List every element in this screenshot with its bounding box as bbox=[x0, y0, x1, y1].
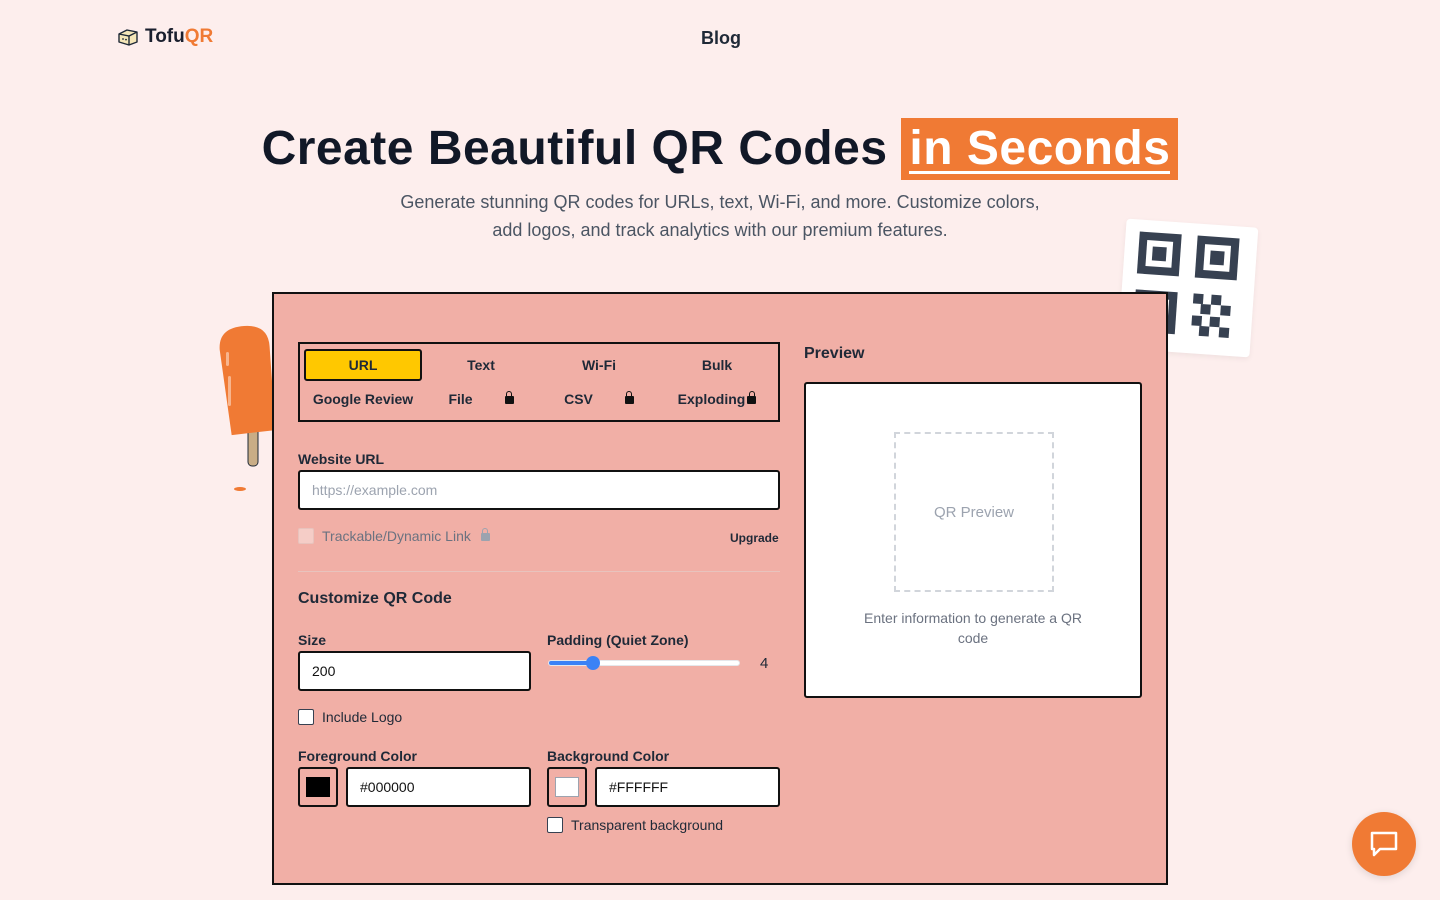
include-logo-checkbox[interactable] bbox=[298, 709, 314, 725]
preview-panel: QR Preview Enter information to generate… bbox=[804, 382, 1142, 698]
transparent-bg-checkbox[interactable] bbox=[547, 817, 563, 833]
hero-title-main: Create Beautiful QR Codes bbox=[261, 122, 888, 175]
lock-icon bbox=[480, 528, 490, 541]
preview-title: Preview bbox=[804, 345, 865, 362]
lock-icon bbox=[504, 391, 514, 404]
section-divider bbox=[298, 571, 780, 572]
qr-preview-placeholder-text: QR Preview bbox=[933, 503, 1015, 521]
chat-button[interactable] bbox=[1352, 812, 1416, 876]
tab-file[interactable]: File bbox=[422, 383, 540, 415]
include-logo-row: Include Logo bbox=[298, 709, 402, 725]
padding-label: Padding (Quiet Zone) bbox=[547, 632, 689, 648]
hero-subtitle-line2: add logos, and track analytics with our … bbox=[492, 220, 948, 240]
tab-bulk[interactable]: Bulk bbox=[658, 349, 776, 381]
customize-title: Customize QR Code bbox=[298, 590, 452, 607]
tab-google-review[interactable]: Google Review bbox=[304, 383, 422, 415]
tab-csv-label: CSV bbox=[564, 391, 593, 407]
lock-icon bbox=[624, 391, 634, 404]
foreground-color-swatch[interactable] bbox=[298, 767, 338, 807]
transparent-bg-label: Transparent background bbox=[571, 817, 724, 833]
website-url-label: Website URL bbox=[298, 451, 385, 467]
background-color-swatch[interactable] bbox=[547, 767, 587, 807]
chat-bubble-icon bbox=[1370, 831, 1398, 857]
tab-file-label: File bbox=[448, 391, 473, 407]
qr-generator-card: URL Text Wi-Fi Bulk Google Review File C… bbox=[272, 292, 1168, 885]
tab-wifi[interactable]: Wi-Fi bbox=[540, 349, 658, 381]
hero-title-highlight-text: in Seconds bbox=[909, 122, 1171, 175]
popsicle-icon bbox=[219, 325, 276, 491]
qr-type-tabs: URL Text Wi-Fi Bulk Google Review File C… bbox=[298, 342, 780, 422]
size-label: Size bbox=[298, 632, 327, 648]
trackable-link-checkbox[interactable] bbox=[298, 528, 314, 544]
tab-google-review-label: Google Review bbox=[312, 391, 414, 407]
preview-hint: Enter information to generate a QR code bbox=[864, 610, 1082, 646]
top-nav: Tofu QR Blog bbox=[0, 0, 1440, 76]
hero-subtitle-line1: Generate stunning QR codes for URLs, tex… bbox=[400, 192, 1040, 212]
padding-value: 4 bbox=[760, 655, 769, 672]
nav-blog-link[interactable]: Blog bbox=[701, 28, 741, 49]
tab-wifi-label: Wi-Fi bbox=[581, 357, 617, 373]
padding-slider[interactable] bbox=[548, 656, 740, 670]
trackable-link-label: Trackable/Dynamic Link bbox=[322, 528, 471, 544]
foreground-color-input[interactable] bbox=[346, 767, 531, 807]
brand-logo[interactable]: Tofu QR bbox=[117, 26, 213, 48]
brand-name-part1: Tofu bbox=[145, 26, 185, 47]
upgrade-link[interactable]: Upgrade bbox=[730, 531, 779, 545]
tab-exploding-label: Exploding bbox=[677, 391, 746, 407]
tab-exploding[interactable]: Exploding bbox=[658, 383, 776, 415]
background-color-input[interactable] bbox=[595, 767, 780, 807]
hero-subtitle: Generate stunning QR codes for URLs, tex… bbox=[370, 188, 1070, 244]
background-color-label: Background Color bbox=[547, 748, 670, 764]
foreground-color-preview bbox=[306, 777, 330, 797]
background-color-preview bbox=[555, 777, 579, 797]
padding-slider-thumb[interactable] bbox=[586, 656, 600, 670]
tab-url-label: URL bbox=[348, 357, 378, 373]
qr-preview-placeholder: QR Preview bbox=[894, 432, 1054, 592]
lock-icon bbox=[747, 391, 757, 404]
tofu-block-icon bbox=[118, 29, 138, 46]
tab-csv[interactable]: CSV bbox=[540, 383, 658, 415]
website-url-input[interactable] bbox=[298, 470, 780, 510]
tab-text-label: Text bbox=[467, 357, 495, 373]
size-input[interactable] bbox=[298, 651, 531, 691]
trackable-link-row: Trackable/Dynamic Link bbox=[298, 528, 490, 544]
hero-title: Create Beautiful QR Codes in Seconds bbox=[0, 118, 1440, 180]
foreground-color-label: Foreground Color bbox=[298, 748, 417, 764]
tab-text[interactable]: Text bbox=[422, 349, 540, 381]
hero-title-highlight: in Seconds bbox=[901, 118, 1179, 180]
brand-name-part2: QR bbox=[184, 26, 214, 47]
tab-url[interactable]: URL bbox=[304, 349, 422, 381]
transparent-bg-row: Transparent background bbox=[547, 817, 723, 833]
include-logo-label: Include Logo bbox=[322, 709, 403, 725]
tab-bulk-label: Bulk bbox=[701, 357, 733, 373]
